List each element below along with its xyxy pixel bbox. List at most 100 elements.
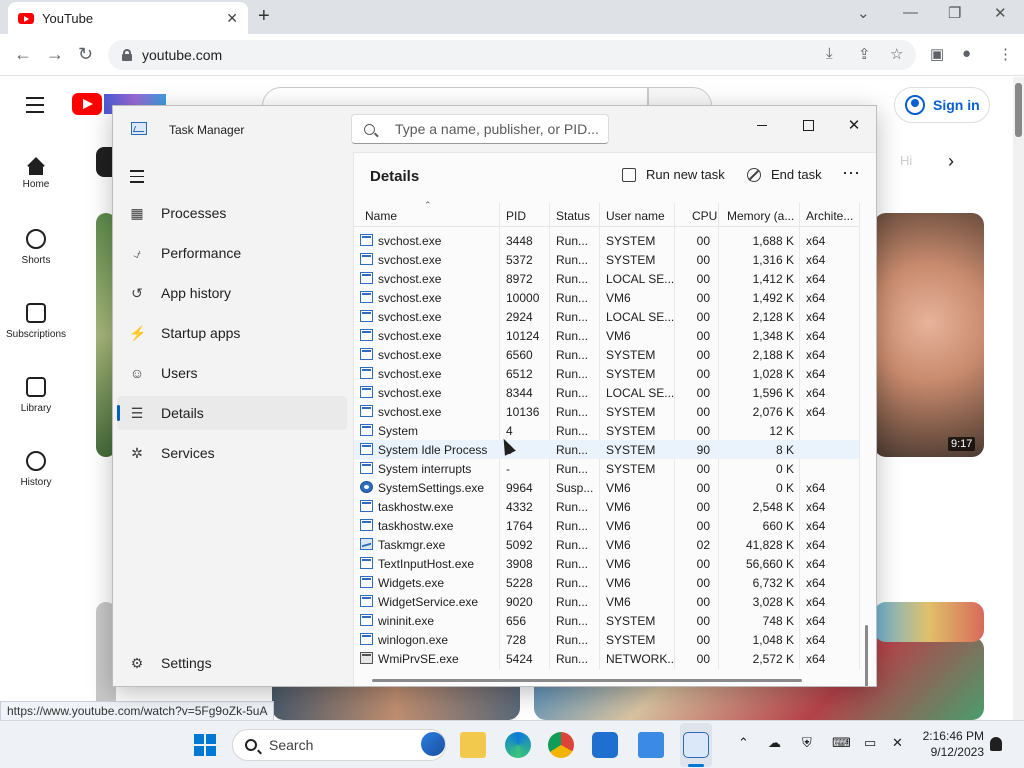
- yt-nav-home[interactable]: Home: [0, 157, 72, 190]
- table-row[interactable]: Widgets.exe 5228 Run... VM6 00 6,732 K x64: [354, 573, 859, 592]
- keyboard-icon[interactable]: ⌨: [832, 735, 851, 751]
- chrome-icon[interactable]: [548, 732, 574, 758]
- table-row[interactable]: svchost.exe 10000 Run... VM6 00 1,492 K x64: [354, 288, 859, 307]
- table-row[interactable]: svchost.exe 6560 Run... SYSTEM 00 2,188 K x64: [354, 345, 859, 364]
- install-app-icon[interactable]: ⤓: [826, 45, 833, 62]
- nav-item-details[interactable]: ☰ Details: [117, 396, 347, 430]
- table-row[interactable]: TextInputHost.exe 3908 Run... VM6 00 56,660 K…: [354, 554, 859, 573]
- reload-icon[interactable]: ↻: [78, 44, 93, 65]
- side-panel-icon[interactable]: ▣: [930, 45, 944, 63]
- table-row[interactable]: svchost.exe 3448 Run... SYSTEM 00 1,688 K x64: [354, 231, 859, 250]
- notification-bell-icon[interactable]: [990, 737, 1002, 751]
- video-thumbnail[interactable]: [874, 602, 984, 642]
- nav-item-performance[interactable]: ⍻ Performance: [117, 236, 347, 270]
- table-row[interactable]: SystemSettings.exe 9964 Susp... VM6 00 0 K x64: [354, 478, 859, 497]
- col-memory[interactable]: Memory (a...: [727, 209, 794, 223]
- chips-next-icon[interactable]: ›: [948, 151, 954, 172]
- scrollbar-thumb[interactable]: [1015, 83, 1022, 137]
- tm-minimize-button[interactable]: [747, 112, 777, 138]
- column-divider[interactable]: [859, 203, 860, 669]
- onedrive-icon[interactable]: ☁: [768, 735, 781, 751]
- table-row[interactable]: wininit.exe 656 Run... SYSTEM 00 748 K x64: [354, 611, 859, 630]
- task-manager-taskbar-icon[interactable]: [683, 732, 709, 758]
- table-row[interactable]: WmiPrvSE.exe 5424 Run... NETWORK... 00 2,572 …: [354, 649, 859, 668]
- page-scrollbar[interactable]: [1013, 77, 1024, 720]
- profile-icon[interactable]: ●: [962, 45, 971, 62]
- lock-icon[interactable]: [122, 49, 132, 61]
- volume-muted-icon[interactable]: ✕: [892, 735, 903, 751]
- network-icon[interactable]: ▭: [864, 735, 876, 751]
- tm-maximize-button[interactable]: [793, 112, 823, 138]
- table-row[interactable]: svchost.exe 2924 Run... LOCAL SE... 00 2,128 …: [354, 307, 859, 326]
- address-bar[interactable]: youtube.com: [108, 40, 916, 70]
- yt-nav-shorts[interactable]: Shorts: [0, 229, 72, 266]
- more-options-icon[interactable]: ⋯: [842, 163, 861, 184]
- start-button[interactable]: [194, 734, 216, 756]
- tm-close-button[interactable]: ✕: [839, 112, 869, 138]
- run-new-task-button[interactable]: Run new task: [622, 167, 725, 182]
- col-status[interactable]: Status: [556, 209, 590, 223]
- back-icon[interactable]: ←: [14, 44, 32, 65]
- table-row[interactable]: System 4 Run... SYSTEM 00 12 K: [354, 421, 859, 440]
- table-row[interactable]: Taskmgr.exe 5092 Run... VM6 02 41,828 K x64: [354, 535, 859, 554]
- chip-partial[interactable]: Hi: [900, 153, 912, 168]
- table-row[interactable]: svchost.exe 8972 Run... LOCAL SE... 00 1,412 …: [354, 269, 859, 288]
- col-user-name[interactable]: User name: [606, 209, 665, 223]
- table-row[interactable]: System Idle Process 0 Run... SYSTEM 90 8 K: [354, 440, 859, 459]
- tab-search-icon[interactable]: ⌄: [857, 4, 870, 22]
- cell-name: System Idle Process: [378, 443, 488, 457]
- table-row[interactable]: svchost.exe 5372 Run... SYSTEM 00 1,316 K x64: [354, 250, 859, 269]
- youtube-logo-icon[interactable]: [72, 93, 102, 115]
- video-thumbnail[interactable]: [874, 213, 984, 457]
- yt-nav-library[interactable]: Library: [0, 377, 72, 414]
- bing-icon[interactable]: [421, 732, 445, 756]
- close-tab-icon[interactable]: ✕: [226, 10, 238, 27]
- nav-item-settings[interactable]: ⚙ Settings: [117, 646, 347, 680]
- forward-icon[interactable]: →: [46, 44, 64, 65]
- nav-item-users[interactable]: ☺ Users: [117, 356, 347, 390]
- youtube-menu-icon[interactable]: [26, 97, 44, 118]
- show-hidden-icons-icon[interactable]: ⌃: [738, 735, 749, 751]
- table-row[interactable]: taskhostw.exe 4332 Run... VM6 00 2,548 K x64: [354, 497, 859, 516]
- table-row[interactable]: taskhostw.exe 1764 Run... VM6 00 660 K x64: [354, 516, 859, 535]
- table-row[interactable]: winlogon.exe 728 Run... SYSTEM 00 1,048 K x64: [354, 630, 859, 649]
- nav-item-app-history[interactable]: ↺ App history: [117, 276, 347, 310]
- security-icon[interactable]: ⛨: [802, 735, 812, 751]
- col-name[interactable]: Name: [365, 209, 397, 223]
- col-architecture[interactable]: Archite...: [806, 209, 853, 223]
- table-row[interactable]: WidgetService.exe 9020 Run... VM6 00 3,028 K x…: [354, 592, 859, 611]
- edge-icon[interactable]: [505, 732, 531, 758]
- table-row[interactable]: svchost.exe 6512 Run... SYSTEM 00 1,028 K x64: [354, 364, 859, 383]
- new-tab-button[interactable]: +: [258, 5, 270, 28]
- nav-toggle-icon[interactable]: [130, 170, 144, 187]
- yt-nav-home-label: Home: [22, 179, 50, 190]
- taskbar-search[interactable]: Search: [232, 729, 446, 761]
- nav-item-processes[interactable]: ▦ Processes: [117, 196, 347, 230]
- nav-item-services[interactable]: ✲ Services: [117, 436, 347, 470]
- table-row[interactable]: svchost.exe 10136 Run... SYSTEM 00 2,076 K x64: [354, 402, 859, 421]
- end-task-button[interactable]: End task: [747, 167, 822, 182]
- restore-button[interactable]: ❐: [948, 4, 961, 22]
- system-clock[interactable]: 2:16:46 PM 9/12/2023: [918, 728, 984, 760]
- store-icon[interactable]: [592, 732, 618, 758]
- horizontal-scrollbar[interactable]: [372, 679, 802, 682]
- nav-item-startup-apps[interactable]: ⚡ Startup apps: [117, 316, 347, 350]
- share-icon[interactable]: ⇪: [858, 45, 871, 63]
- close-window-button[interactable]: ✕: [994, 4, 1007, 22]
- yt-nav-subscriptions[interactable]: Subscriptions: [0, 303, 72, 340]
- table-row[interactable]: svchost.exe 8344 Run... LOCAL SE... 00 1,596 …: [354, 383, 859, 402]
- app-icon[interactable]: [638, 732, 664, 758]
- bookmark-star-icon[interactable]: ☆: [890, 45, 903, 63]
- browser-tab-youtube[interactable]: YouTube ✕: [8, 2, 248, 34]
- process-search-input[interactable]: Type a name, publisher, or PID...: [351, 114, 609, 144]
- minimize-button[interactable]: —: [903, 4, 918, 21]
- file-explorer-icon[interactable]: [460, 732, 486, 758]
- table-row[interactable]: System interrupts - Run... SYSTEM 00 0 K: [354, 459, 859, 478]
- chrome-menu-icon[interactable]: ⋮: [998, 45, 1013, 63]
- table-row[interactable]: svchost.exe 10124 Run... VM6 00 1,348 K x64: [354, 326, 859, 345]
- yt-nav-history[interactable]: History: [0, 451, 72, 488]
- vertical-scrollbar[interactable]: [865, 625, 868, 686]
- col-pid[interactable]: PID: [506, 209, 526, 223]
- col-cpu[interactable]: CPU: [692, 209, 717, 223]
- sign-in-button[interactable]: Sign in: [894, 87, 990, 123]
